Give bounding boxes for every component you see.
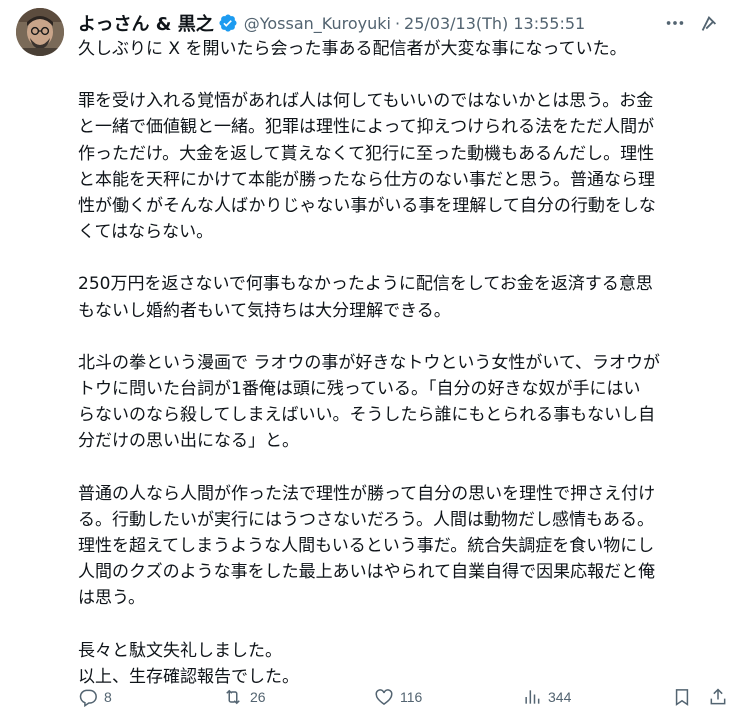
tweet-line: 久しぶりに X を開いたら会った事ある配信者が大変な事になっていた。 [78,39,627,59]
tweet-line: 罪を受け入れる覚悟があれば人は何してもいいのではないかとは思う。お金 [78,91,654,112]
retweet-count: 26 [250,689,266,705]
tweet-line: 性が働くがそんな人ばかりじゃない事がいる事を理解して自分の行動をしな [78,196,656,217]
tweet-paragraph: 罪を受け入れる覚悟があれば人は何してもいいのではないかとは思う。お金 と一緒で価値… [78,88,738,245]
user-handle[interactable]: @Yossan_Kuroyuki [244,14,391,33]
tweet-line: る。行動したいが実行にはうつさないだろう。人間は動物だし感情もある。 [78,509,654,530]
tweet-line: トウに問いた台詞が1番俺は頭に残っている。「自分の好きな奴が手にはい [78,379,641,400]
bookmark-icon [672,687,692,707]
retweet-icon [222,687,244,707]
tweet-header: よっさん & 黒之 @Yossan_Kuroyuki · 25/03/13(Th… [78,10,738,36]
reply-count: 8 [104,689,112,705]
tweet: よっさん & 黒之 @Yossan_Kuroyuki · 25/03/13(Th… [0,0,750,723]
tweet-line: と本能を天秤にかけて本能が勝ったなら仕方のない事だと思う。普通なら理 [78,169,655,190]
tweet-line: 分だけの思い出になる」と。 [78,431,299,452]
timestamp[interactable]: 25/03/13(Th) 13:55:51 [404,14,585,33]
tweet-paragraph: 久しぶりに X を開いたら会った事ある配信者が大変な事になっていた。 [78,36,738,62]
like-button[interactable]: 116 [374,682,422,712]
reply-icon [78,687,98,707]
action-bar: 8 26 116 344 [78,682,738,712]
views-button[interactable]: 344 [522,682,571,712]
tweet-line: くてはならない。 [78,222,214,243]
tweet-line: 人間のクズのような事をした最上あいはやられて自業自得で因果応報だと俺 [78,562,656,583]
tweet-line: 北斗の拳という漫画で ラオウの事が好きなトウという女性がいて、ラオウが [78,352,661,373]
tweet-line: らないのなら殺してしまえばいい。そうしたら誰にもとられる事もないし自 [78,405,656,426]
share-button[interactable] [708,682,728,712]
like-count: 116 [400,689,423,705]
tweet-line: もないし婚約者もいて気持ちは大分理解できる。 [78,300,451,321]
views-count: 344 [548,689,572,705]
tweet-line: と一緒で価値観と一緒。犯罪は理性によって抑えつけられる法をただ人間が [78,117,655,138]
tweet-line: 理性を超えてしまうような人間もいるという事だ。統合失調症を食い物にし [78,536,655,557]
heart-icon [374,687,394,707]
tweet-paragraph: 北斗の拳という漫画で ラオウの事が好きなトウという女性がいて、ラオウが トウに問い… [78,350,738,455]
tweet-line: 普通の人なら人間が作った法で理性が勝って自分の思いを理性で押さえ付け [78,483,656,504]
bookmark-button[interactable] [672,682,692,712]
avatar[interactable] [16,8,64,56]
display-name[interactable]: よっさん & 黒之 [78,10,214,36]
retweet-button[interactable]: 26 [222,682,266,712]
tweet-paragraph: 普通の人なら人間が作った法で理性が勝って自分の思いを理性で押さえ付け る。行動した… [78,481,738,612]
tweet-line: 長々と駄文失礼しました。 [78,640,282,661]
views-icon [522,687,542,707]
tweet-line: 作っただけ。大金を返して貰えなくて犯行に至った動機もあるんだし。理性 [78,143,655,164]
verified-badge-icon [218,13,238,33]
more-icon[interactable] [664,12,686,39]
reply-button[interactable]: 8 [78,682,112,712]
tweet-line: 250万円を返さないで何事もなかったように配信をしてお金を返済する意思 [78,274,653,295]
share-icon [708,687,728,707]
tweet-text: 久しぶりに X を開いたら会った事ある配信者が大変な事になっていた。罪を受け入れ… [78,36,738,690]
tweet-line: は思う。 [78,588,145,609]
header-separator: · [394,13,401,33]
tweet-paragraph: 250万円を返さないで何事もなかったように配信をしてお金を返済する意思 もないし婚… [78,271,738,323]
